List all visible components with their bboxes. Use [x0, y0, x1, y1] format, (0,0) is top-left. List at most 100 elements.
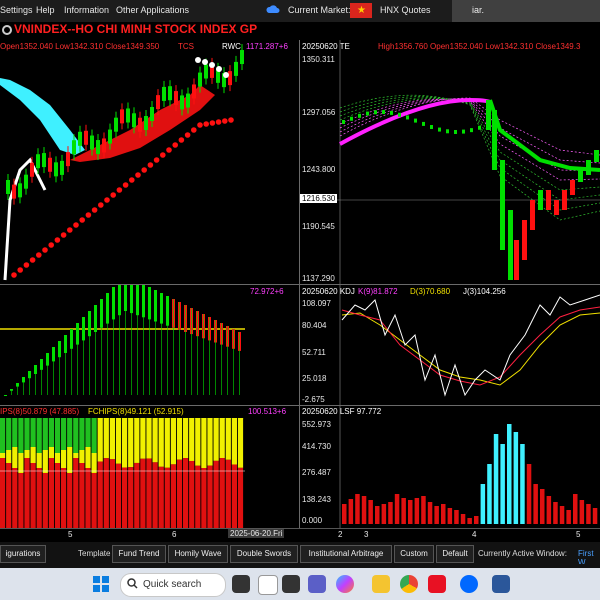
red-dot	[203, 121, 209, 127]
chips-yellow	[140, 418, 146, 459]
fan-line	[339, 96, 600, 211]
te-candle-series	[342, 100, 599, 280]
market-selector[interactable]: HNX Quotes	[380, 5, 431, 15]
chips-green	[12, 418, 18, 447]
lsf-ylabel-1: 552.973	[302, 420, 331, 429]
chips-yellow	[237, 418, 244, 468]
osc-stem	[191, 308, 192, 395]
price-chart-panel[interactable]: Open1352.040 Low1342.310 Close1349.350 T…	[0, 40, 299, 284]
te-candle	[530, 200, 535, 230]
te-chart-panel[interactable]: 20250620 TE High1356.760 Open1352.040 Lo…	[300, 40, 600, 284]
fan-line	[339, 98, 600, 172]
menu-settings[interactable]: Settings	[0, 5, 33, 15]
institutional-arbitrage-button[interactable]: Institutional Arbitrage	[300, 545, 392, 563]
red-dot	[209, 120, 216, 126]
te-small-candle	[414, 118, 417, 123]
chips-yellow	[231, 418, 237, 465]
lsf-ylabel-3: 276.487	[302, 468, 331, 477]
candle-wick	[127, 102, 129, 129]
osc-stem	[143, 285, 144, 395]
osc-stem	[41, 359, 42, 395]
candle-wick	[61, 154, 63, 181]
lsf-bar	[566, 510, 571, 524]
app-icon-dark[interactable]	[282, 575, 300, 593]
configurations-button[interactable]: igurations	[0, 545, 46, 563]
te-small-candle	[398, 112, 401, 117]
windows-start-icon[interactable]	[92, 575, 110, 593]
osc-stem	[227, 326, 228, 395]
chips-yellow	[115, 418, 122, 464]
chips-red	[122, 467, 128, 528]
chips-red	[195, 465, 201, 528]
menu-help[interactable]: Help	[36, 5, 55, 15]
app-icon-widget[interactable]	[232, 575, 250, 593]
chips-red	[152, 462, 158, 528]
double-swords-button[interactable]: Double Swords	[230, 545, 298, 563]
chips-yellow	[24, 450, 30, 458]
copilot-icon[interactable]	[336, 575, 354, 593]
default-button[interactable]: Default	[436, 545, 474, 563]
chrome-icon[interactable]	[400, 575, 418, 593]
vietnam-flag-icon[interactable]: ★	[350, 3, 372, 18]
osc-stem	[71, 329, 72, 395]
chips-red	[61, 468, 67, 528]
red-dot	[215, 119, 222, 125]
chips-panel[interactable]: IPS(8)50.879 (47.885) FCHIPS(8)49.121 (5…	[0, 406, 299, 528]
red-dot	[91, 207, 98, 213]
kdj-ylabel-4: 25.018	[302, 374, 327, 383]
menu-information[interactable]: Information	[64, 5, 109, 15]
lsf-panel[interactable]: 20250620 LSF 97.772 552.973 414.730 276.…	[300, 406, 600, 528]
taskbar-search[interactable]: Quick search	[120, 573, 226, 597]
lsf-bar	[493, 434, 499, 524]
chips-green	[42, 418, 48, 450]
lsf-bar	[487, 464, 492, 524]
chips-red	[85, 468, 91, 528]
oscillator-panel[interactable]: 72.972+6	[0, 285, 299, 405]
word-icon[interactable]	[492, 575, 510, 593]
zalo-icon[interactable]	[460, 575, 478, 593]
price-chart-svg	[0, 44, 244, 281]
red-dot	[104, 197, 110, 203]
fan-line	[339, 94, 600, 221]
chips-green	[6, 418, 12, 450]
homily-wave-button[interactable]: Homily Wave	[168, 545, 228, 563]
osc-stem	[179, 302, 180, 395]
chips-red	[158, 466, 164, 528]
te-candle	[570, 180, 575, 195]
file-explorer-icon[interactable]	[372, 575, 390, 593]
menu-bar: Settings Help Information Other Applicat…	[0, 0, 600, 22]
candle-wick	[49, 151, 51, 178]
task-view-icon[interactable]	[258, 575, 278, 595]
te-candle	[546, 190, 551, 210]
chips-green	[24, 418, 30, 450]
chips-red	[36, 468, 42, 528]
chips-green	[61, 418, 67, 450]
fan-line	[339, 98, 600, 181]
chips-green	[36, 418, 42, 453]
kdj-d-line	[341, 312, 600, 386]
chips-red	[237, 467, 244, 528]
chips-red	[42, 473, 48, 528]
chart-title: VNINDEX--HO CHI MINH STOCK INDEX GP	[14, 22, 258, 36]
chips-yellow	[85, 447, 91, 468]
menu-other-applications[interactable]: Other Applications	[116, 5, 189, 15]
gear-icon[interactable]	[2, 23, 12, 35]
teams-icon[interactable]	[308, 575, 326, 593]
fund-trend-button[interactable]: Fund Trend	[112, 545, 166, 563]
candle-wick	[145, 110, 147, 137]
chips-yellow	[67, 447, 73, 473]
red-dot	[172, 142, 178, 148]
lsf-bar	[361, 496, 367, 524]
te-candle	[562, 190, 567, 210]
te-small-candle	[462, 129, 465, 134]
te-candle	[594, 150, 599, 162]
te-chart-svg	[300, 40, 600, 284]
app-icon-red[interactable]	[428, 575, 446, 593]
osc-stem	[167, 296, 168, 395]
te-small-candle	[350, 116, 353, 121]
lsf-ylabel-4: 138.243	[302, 495, 331, 504]
custom-button[interactable]: Custom	[394, 545, 434, 563]
kdj-panel[interactable]: 20250620 KDJ K(9)81.872 D(3)70.680 J(3)1…	[300, 285, 600, 405]
chips-yellow	[183, 418, 189, 459]
osc-stem	[11, 389, 12, 395]
